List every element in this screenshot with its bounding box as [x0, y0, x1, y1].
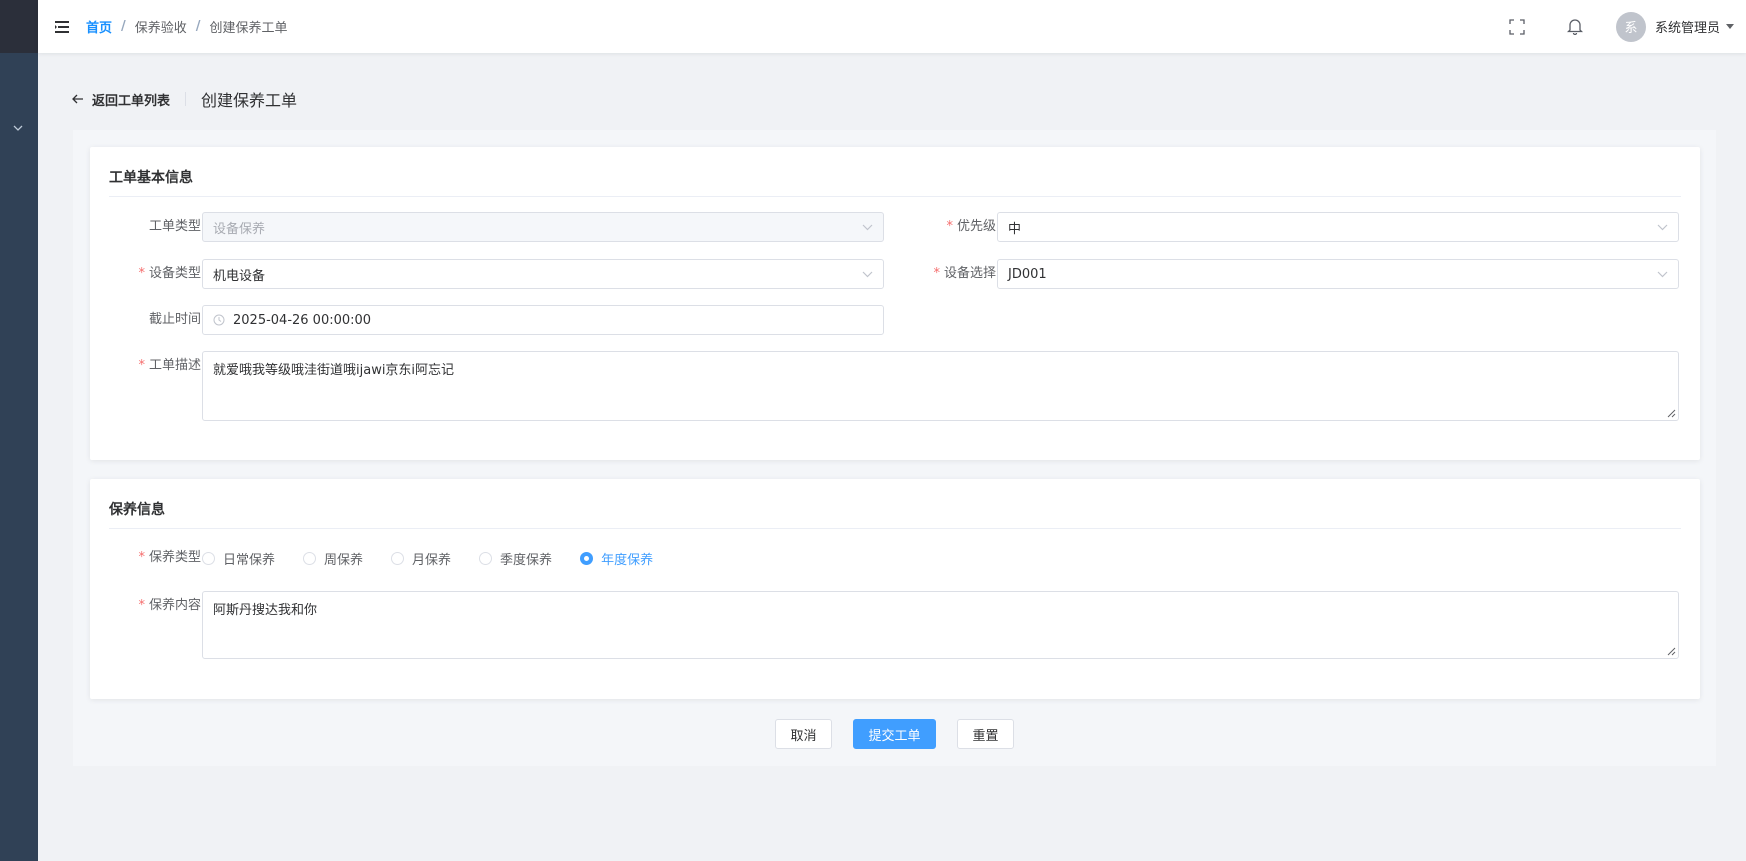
form-actions: 取消 提交工单 重置 — [73, 719, 1716, 749]
chevron-down-icon — [1657, 224, 1668, 230]
priority-select[interactable]: 中 — [997, 212, 1679, 242]
submit-order-button[interactable]: 提交工单 — [853, 719, 936, 749]
description-textarea[interactable]: 就爱哦我等级哦洼街道哦ijawi京东i阿忘记 — [202, 351, 1679, 421]
clock-icon — [213, 314, 225, 326]
description-label: * 工单描述 — [138, 358, 201, 373]
resize-handle-icon[interactable] — [1667, 409, 1676, 418]
chevron-down-icon — [862, 271, 873, 277]
top-navbar: 首页 / 保养验收 / 创建保养工单 系 系统管理员 — [38, 0, 1746, 53]
avatar: 系 — [1615, 11, 1646, 42]
device-select-value: JD001 — [1008, 266, 1047, 282]
username: 系统管理员 — [1654, 21, 1720, 36]
card-divider — [109, 196, 1681, 197]
maintenance-info-card: 保养信息 * 保养类型 日常保养 周保养 月保养 季度保养 年度保养 * 保养内容 … — [90, 479, 1700, 699]
deadline-value: 2025-04-26 00:00:00 — [233, 312, 372, 328]
page-header: 返回工单列表 创建保养工单 — [72, 86, 297, 112]
card-divider — [109, 528, 1681, 529]
device-select[interactable]: JD001 — [997, 259, 1679, 289]
device-type-label: * 设备类型 — [138, 266, 201, 281]
priority-value: 中 — [1008, 221, 1022, 237]
device-select-label: * 设备选择 — [933, 266, 996, 281]
maintenance-info-title: 保养信息 — [109, 502, 165, 518]
radio-quarterly[interactable]: 季度保养 — [479, 549, 552, 568]
breadcrumb-separator: / — [195, 19, 201, 34]
chevron-down-icon — [1657, 271, 1668, 277]
order-type-select: 设备保养 — [202, 212, 884, 242]
order-type-label: 工单类型 — [148, 219, 201, 234]
page-header-divider — [185, 92, 187, 106]
bell-icon[interactable] — [1546, 0, 1604, 53]
radio-dot — [580, 551, 594, 565]
device-type-value: 机电设备 — [213, 268, 266, 284]
sidebar-logo-area — [0, 0, 38, 53]
maintenance-content-textarea[interactable]: 阿斯丹搜达我和你 — [202, 591, 1679, 659]
priority-label: * 优先级 — [946, 219, 996, 234]
user-menu[interactable]: 系 系统管理员 — [1615, 11, 1734, 42]
maintenance-type-radio-group: 日常保养 周保养 月保养 季度保养 年度保养 — [202, 543, 681, 573]
breadcrumb-maintenance-acceptance[interactable]: 保养验收 — [135, 17, 187, 36]
maintenance-content-value: 阿斯丹搜达我和你 — [213, 603, 318, 618]
back-to-list-button[interactable]: 返回工单列表 — [72, 90, 170, 109]
maintenance-content-label: * 保养内容 — [138, 598, 201, 613]
chevron-down-icon[interactable] — [8, 118, 28, 138]
basic-info-title: 工单基本信息 — [109, 170, 193, 186]
radio-weekly[interactable]: 周保养 — [303, 549, 363, 568]
arrow-left-icon — [72, 94, 83, 104]
radio-monthly[interactable]: 月保养 — [391, 549, 451, 568]
radio-dot — [391, 551, 405, 565]
hamburger-icon[interactable] — [38, 0, 86, 53]
sidebar — [0, 0, 38, 861]
deadline-datepicker[interactable]: 2025-04-26 00:00:00 — [202, 305, 884, 335]
radio-yearly[interactable]: 年度保养 — [580, 549, 653, 568]
chevron-down-icon — [862, 224, 873, 230]
deadline-label: 截止时间 — [148, 312, 201, 327]
order-type-value: 设备保养 — [213, 221, 266, 237]
page-title: 创建保养工单 — [201, 91, 298, 110]
breadcrumb-current: 创建保养工单 — [209, 21, 288, 36]
device-type-select[interactable]: 机电设备 — [202, 259, 884, 289]
fullscreen-icon[interactable] — [1488, 0, 1546, 53]
breadcrumb-home[interactable]: 首页 — [86, 17, 112, 36]
reset-button[interactable]: 重置 — [957, 719, 1014, 749]
radio-daily[interactable]: 日常保养 — [202, 549, 275, 568]
form-container: 工单基本信息 工单类型 设备保养 * 优先级 中 * 设备类型 机电设备 * 设备选择… — [73, 130, 1716, 766]
radio-dot — [479, 551, 493, 565]
basic-info-card: 工单基本信息 工单类型 设备保养 * 优先级 中 * 设备类型 机电设备 * 设备选择… — [90, 147, 1700, 460]
back-label: 返回工单列表 — [92, 93, 171, 109]
resize-handle-icon[interactable] — [1667, 647, 1676, 656]
breadcrumb-separator: / — [121, 19, 126, 34]
description-value: 就爱哦我等级哦洼街道哦ijawi京东i阿忘记 — [213, 363, 455, 378]
radio-dot — [303, 551, 317, 565]
caret-down-icon — [1726, 24, 1734, 29]
radio-dot — [202, 551, 215, 565]
breadcrumb: 首页 / 保养验收 / 创建保养工单 — [86, 17, 288, 36]
maintenance-type-label: * 保养类型 — [138, 550, 201, 565]
cancel-button[interactable]: 取消 — [775, 719, 832, 749]
